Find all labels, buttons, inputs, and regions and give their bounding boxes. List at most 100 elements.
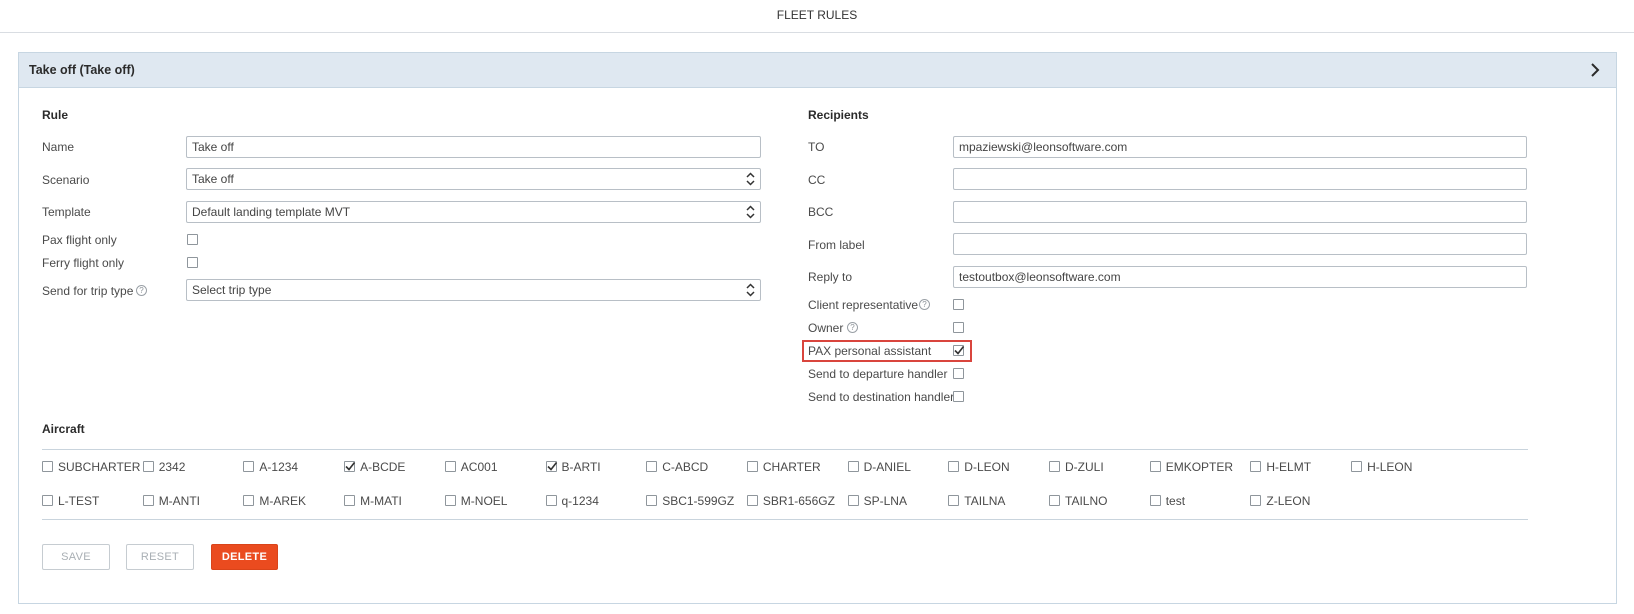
scenario-label: Scenario [42, 173, 90, 187]
scenario-value: Take off [192, 172, 234, 186]
to-label: TO [808, 140, 825, 154]
aircraft-label: EMKOPTER [1165, 460, 1234, 474]
aircraft-checkbox[interactable] [344, 461, 356, 472]
aircraft-checkbox[interactable] [545, 495, 557, 506]
to-input[interactable] [953, 136, 1527, 158]
cc-input[interactable] [953, 168, 1527, 190]
departure-handler-checkbox[interactable] [953, 368, 964, 379]
page-title: FLEET RULES [0, 0, 1634, 33]
aircraft-checkbox[interactable] [42, 461, 53, 472]
aircraft-checkbox[interactable] [1149, 495, 1161, 506]
destination-handler-checkbox[interactable] [953, 391, 964, 402]
aircraft-label: Z-LEON [1266, 494, 1311, 508]
help-icon[interactable]: ? [919, 299, 930, 310]
client-rep-checkbox[interactable] [953, 299, 964, 310]
help-icon[interactable]: ? [847, 322, 858, 333]
aircraft-label: SP-LNA [863, 494, 907, 508]
pax-flight-checkbox[interactable] [187, 234, 198, 245]
aircraft-checkbox[interactable] [746, 461, 758, 472]
aircraft-label: AC001 [460, 460, 498, 474]
check-icon [954, 346, 965, 355]
aircraft-checkbox[interactable] [142, 495, 154, 506]
aircraft-checkbox[interactable] [646, 495, 658, 506]
reset-button[interactable]: RESET [126, 544, 194, 570]
aircraft-label: q-1234 [561, 494, 599, 508]
rule-section-title: Rule [42, 108, 69, 122]
reply-to-label: Reply to [808, 270, 853, 284]
ferry-flight-label: Ferry flight only [42, 256, 125, 270]
sort-caret-icon [746, 283, 755, 297]
aircraft-divider-bottom [42, 519, 1528, 520]
aircraft-checkbox[interactable] [243, 461, 255, 472]
cc-label: CC [808, 173, 826, 187]
save-button[interactable]: SAVE [42, 544, 110, 570]
panel-header[interactable]: Take off (Take off) [19, 53, 1616, 88]
aircraft-label: TAILNO [1065, 494, 1108, 508]
aircraft-checkbox[interactable] [847, 461, 859, 472]
chevron-right-icon[interactable] [1588, 63, 1602, 77]
aircraft-checkbox[interactable] [1049, 461, 1060, 472]
bcc-label: BCC [808, 205, 834, 219]
aircraft-checkbox[interactable] [42, 495, 53, 506]
panel-title: Take off (Take off) [29, 63, 135, 77]
aircraft-checkbox[interactable] [1250, 461, 1262, 472]
aircraft-label: D-ZULI [1065, 460, 1104, 474]
aircraft-label: SBR1-656GZ [762, 494, 835, 508]
ferry-flight-checkbox[interactable] [187, 257, 198, 268]
aircraft-checkbox[interactable] [344, 495, 356, 506]
aircraft-label: M-ANTI [158, 494, 201, 508]
pax-assistant-checkbox[interactable] [953, 345, 965, 356]
trip-type-label: Send for trip type [42, 284, 134, 298]
owner-checkbox[interactable] [953, 322, 964, 333]
aircraft-checkbox[interactable] [1250, 495, 1262, 506]
name-input[interactable] [186, 136, 761, 158]
sort-caret-icon [746, 172, 755, 186]
template-label: Template [42, 205, 91, 219]
from-label-label: From label [808, 238, 865, 252]
aircraft-label: D-ANIEL [863, 460, 911, 474]
aircraft-checkbox[interactable] [545, 461, 557, 472]
name-label: Name [42, 140, 75, 154]
aircraft-checkbox[interactable] [444, 495, 456, 506]
aircraft-checkbox[interactable] [243, 495, 255, 506]
owner-label: Owner [808, 321, 844, 335]
from-label-input[interactable] [953, 233, 1527, 255]
aircraft-label: SBC1-599GZ [662, 494, 735, 508]
aircraft-checkbox[interactable] [444, 461, 456, 472]
template-select[interactable]: Default landing template MVT [186, 201, 761, 223]
aircraft-checkbox[interactable] [746, 495, 758, 506]
aircraft-checkbox[interactable] [847, 495, 859, 506]
pax-assistant-label: PAX personal assistant [808, 344, 932, 358]
aircraft-label: C-ABCD [662, 460, 709, 474]
aircraft-checkbox[interactable] [1049, 495, 1060, 506]
scenario-select[interactable]: Take off [186, 168, 761, 190]
aircraft-checkbox[interactable] [1351, 461, 1363, 472]
aircraft-label: A-1234 [259, 460, 299, 474]
aircraft-label: TAILNA [964, 494, 1006, 508]
destination-handler-label: Send to destination handler [808, 390, 955, 404]
aircraft-label: H-ELMT [1266, 460, 1312, 474]
trip-type-select[interactable]: Select trip type [186, 279, 761, 301]
aircraft-label: M-AREK [259, 494, 307, 508]
aircraft-label: CHARTER [762, 460, 821, 474]
template-value: Default landing template MVT [192, 205, 351, 219]
aircraft-checkbox[interactable] [142, 461, 154, 472]
reply-to-input[interactable] [953, 266, 1527, 288]
aircraft-label: SUBCHARTER [58, 460, 141, 474]
aircraft-checkbox[interactable] [948, 461, 960, 472]
aircraft-label: M-MATI [360, 494, 402, 508]
aircraft-checkbox[interactable] [646, 461, 658, 472]
aircraft-label: H-LEON [1367, 460, 1413, 474]
recipients-section-title: Recipients [808, 108, 869, 122]
aircraft-checkbox[interactable] [948, 495, 960, 506]
check-icon [546, 462, 557, 471]
delete-button[interactable]: DELETE [211, 544, 278, 570]
check-icon [345, 462, 356, 471]
bcc-input[interactable] [953, 201, 1527, 223]
aircraft-label: M-NOEL [460, 494, 508, 508]
departure-handler-label: Send to departure handler [808, 367, 948, 381]
help-icon[interactable]: ? [136, 285, 147, 296]
aircraft-label: 2342 [158, 460, 186, 474]
aircraft-label: B-ARTI [561, 460, 601, 474]
aircraft-checkbox[interactable] [1149, 461, 1161, 472]
